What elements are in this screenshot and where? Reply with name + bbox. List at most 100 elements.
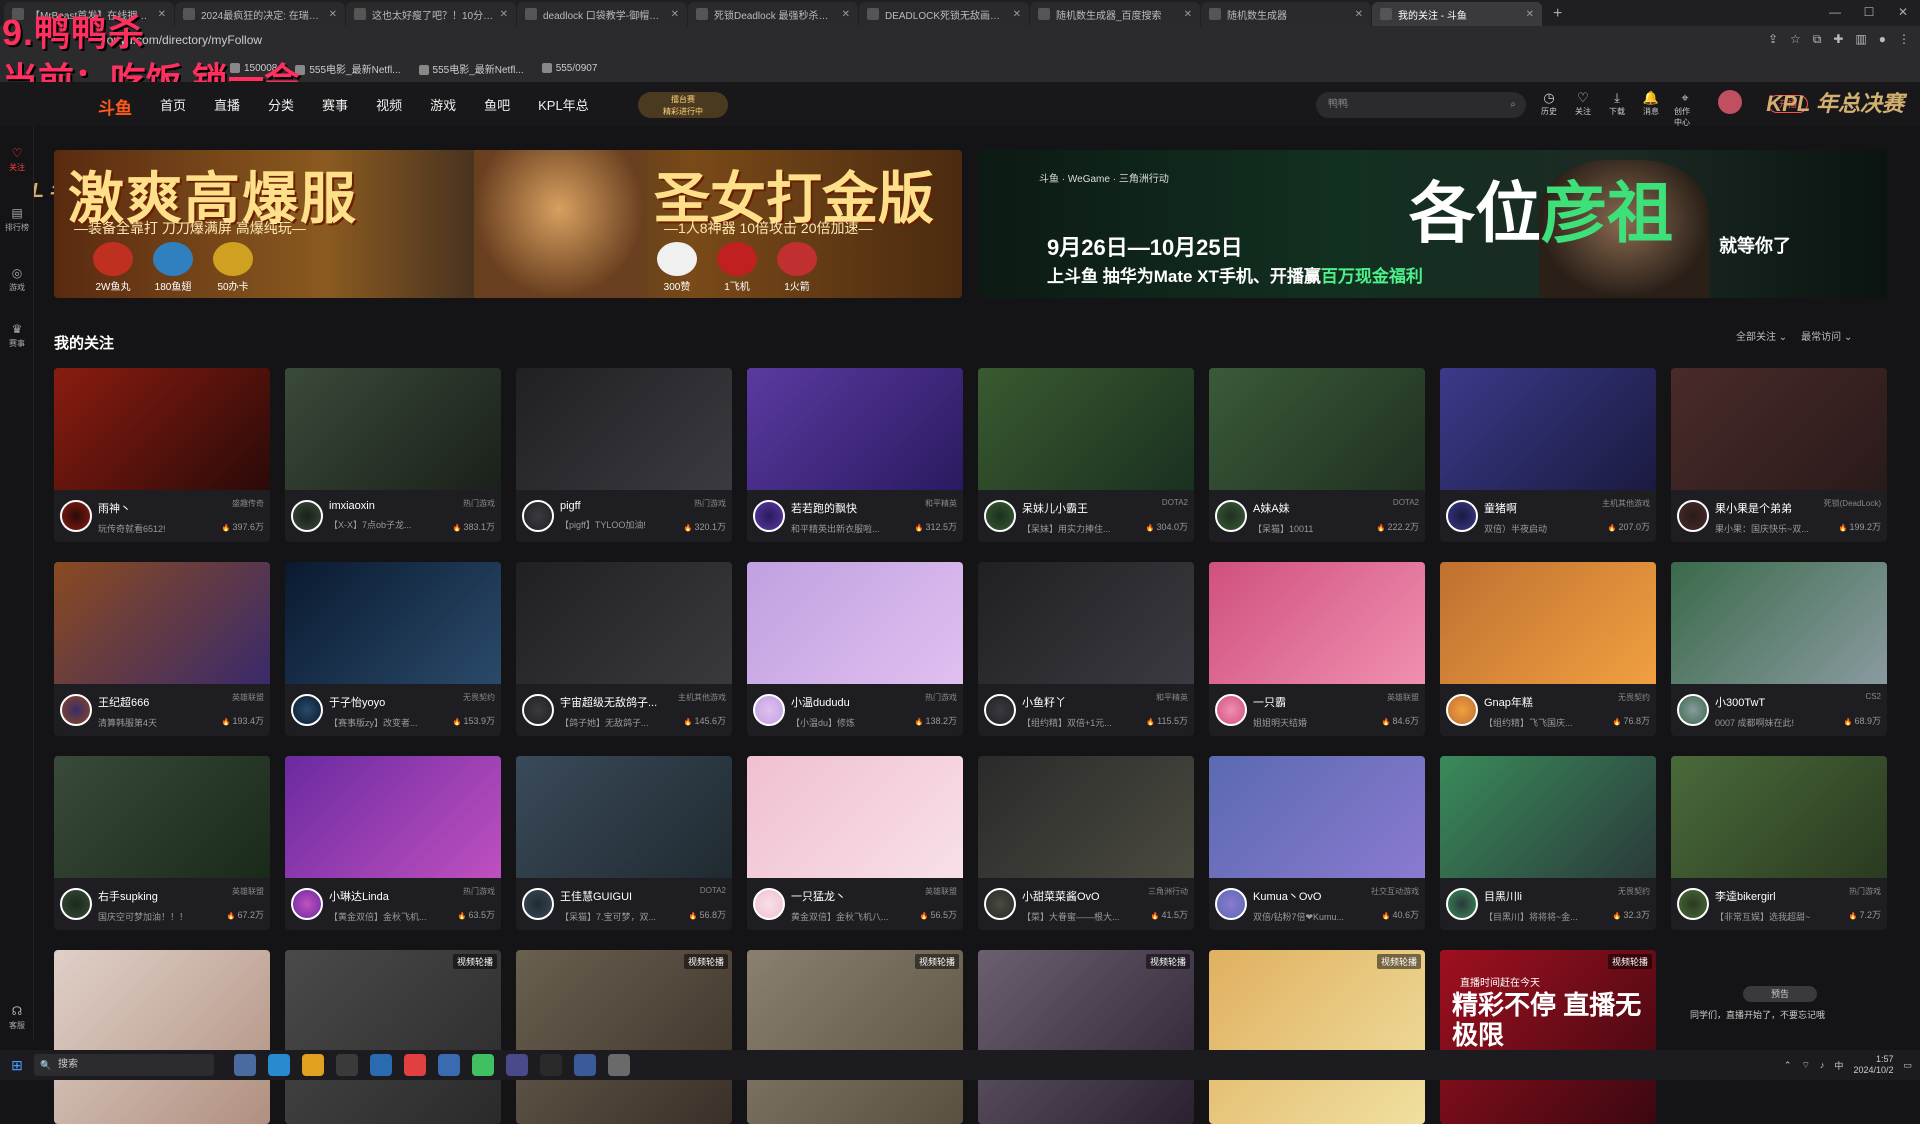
game-category[interactable]: 无畏契约 (1618, 886, 1650, 897)
minimize-icon[interactable]: — (1818, 0, 1852, 24)
stream-thumbnail[interactable]: 视频轮播 直播时间赶在今天 精彩不停 直播无极限 (1440, 950, 1656, 1124)
taskbar-app-icon[interactable] (472, 1054, 494, 1076)
stream-thumbnail[interactable] (285, 562, 501, 684)
stream-card[interactable]: 小琳达Linda 热门游戏【黄金双倍】金秋飞机... 63.5万 (285, 756, 501, 930)
taskbar-app-icon[interactable] (234, 1054, 256, 1076)
streamer-avatar[interactable] (60, 888, 92, 920)
sidebar-item-trophy[interactable]: ♛ 赛事 (0, 322, 34, 349)
game-category[interactable]: 热门游戏 (694, 498, 726, 509)
streamer-name[interactable]: 小温dududu (791, 694, 911, 710)
tab-close-icon[interactable]: ✕ (1013, 9, 1021, 20)
streamer-avatar[interactable] (1215, 888, 1247, 920)
streamer-avatar[interactable] (1677, 500, 1709, 532)
streamer-avatar[interactable] (522, 500, 554, 532)
network-icon[interactable]: ⌔ (1801, 1060, 1809, 1071)
stream-thumbnail[interactable] (1440, 756, 1656, 878)
streamer-name[interactable]: 小300TwT (1715, 694, 1835, 710)
header-history-item[interactable]: ◷ 历史 (1538, 90, 1560, 128)
stream-card[interactable]: 目黑川li 无畏契约【目黑川】将将将~金... 32.3万 (1440, 756, 1656, 930)
stream-thumbnail[interactable] (747, 562, 963, 684)
streamer-name[interactable]: 目黑川li (1484, 888, 1604, 904)
stream-card[interactable]: Kumua丶OvO社交互动游戏双倍/钻粉7倍❤Kumu... 40.6万 (1209, 756, 1425, 930)
menu-icon[interactable]: ⋮ (1898, 32, 1910, 47)
nav-link[interactable]: 首页 (160, 95, 186, 114)
tab-close-icon[interactable]: ✕ (671, 9, 679, 20)
tab-close-icon[interactable]: ✕ (842, 9, 850, 20)
streamer-avatar[interactable] (1446, 888, 1478, 920)
game-category[interactable]: 英雄联盟 (232, 886, 264, 897)
nav-link[interactable]: 游戏 (430, 95, 456, 114)
taskbar-app-icon[interactable] (370, 1054, 392, 1076)
bookmark-item[interactable]: 555电影_最新Netfl... (418, 61, 524, 76)
game-category[interactable]: 无畏契约 (463, 692, 495, 703)
stream-card[interactable]: pigff 热门游戏【pigff】TYLOO加油! 320.1万 (516, 368, 732, 542)
bookmark-item[interactable]: 555/0907 (541, 63, 597, 74)
browser-tab[interactable]: 2024最疯狂的决定: 在瑞典会 ✕ (175, 2, 345, 26)
preview-button[interactable]: 预告 (1743, 986, 1817, 1002)
windows-start-icon[interactable]: ⊞ (0, 1057, 34, 1074)
game-category[interactable]: 无畏契约 (1618, 692, 1650, 703)
stream-thumbnail[interactable] (516, 368, 732, 490)
nav-link[interactable]: KPL年总 (538, 95, 589, 114)
header-heart-item[interactable]: ♡ 关注 (1572, 90, 1594, 128)
stream-thumbnail[interactable]: 视频轮播 (516, 950, 732, 1124)
stream-card[interactable]: 一只霸 英雄联盟姐姐明天结婚 84.6万 (1209, 562, 1425, 736)
streamer-avatar[interactable] (984, 500, 1016, 532)
stream-thumbnail[interactable] (285, 368, 501, 490)
stream-thumbnail[interactable] (1209, 756, 1425, 878)
star-icon[interactable]: ☆ (1790, 32, 1801, 47)
stream-card[interactable]: 视频轮播 (516, 950, 732, 1124)
game-category[interactable]: 盛趣传奇 (232, 498, 264, 509)
stream-thumbnail[interactable] (285, 756, 501, 878)
stream-thumbnail[interactable]: 视频轮播 (285, 950, 501, 1124)
streamer-avatar[interactable] (753, 888, 785, 920)
stream-card[interactable]: 童猪啊主机其他游戏双倍）半夜启动 207.0万 (1440, 368, 1656, 542)
nav-link[interactable]: 直播 (214, 95, 240, 114)
volume-icon[interactable]: ♪ (1820, 1060, 1825, 1070)
streamer-avatar[interactable] (1215, 694, 1247, 726)
sidebar-item-game[interactable]: ◎ 游戏 (0, 266, 34, 293)
share-icon[interactable]: ⇪ (1768, 32, 1778, 47)
taskbar-app-icon[interactable] (506, 1054, 528, 1076)
taskbar-app-icon[interactable] (608, 1054, 630, 1076)
taskbar-app-icon[interactable] (336, 1054, 358, 1076)
stream-thumbnail[interactable] (978, 756, 1194, 878)
stream-card[interactable]: imxiaoxin 热门游戏【X-X】7点ob子龙... 383.1万 (285, 368, 501, 542)
profile-icon[interactable]: ● (1879, 32, 1886, 47)
streamer-name[interactable]: 呆妹儿小霸王 (1022, 500, 1142, 516)
stream-thumbnail[interactable] (978, 562, 1194, 684)
streamer-name[interactable]: Gnap年糕 (1484, 694, 1604, 710)
stream-card[interactable]: 果小果是个弟弟死锁(DeadLock) 果小果：国庆快乐~双... 199.2万 (1671, 368, 1887, 542)
game-category[interactable]: DOTA2 (1393, 498, 1419, 507)
stream-card[interactable]: 视频轮播 (978, 950, 1194, 1124)
stream-card[interactable]: 小温dududu 热门游戏【小温du】修炼 138.2万 (747, 562, 963, 736)
taskbar-app-icon[interactable] (404, 1054, 426, 1076)
stream-thumbnail[interactable] (1671, 368, 1887, 490)
stream-thumbnail[interactable]: 视频轮播 (978, 950, 1194, 1124)
streamer-avatar[interactable] (522, 888, 554, 920)
close-window-icon[interactable]: ✕ (1886, 0, 1920, 24)
streamer-name[interactable]: 童猪啊 (1484, 500, 1604, 516)
browser-tab[interactable]: 随机数生成器 ✕ (1201, 2, 1371, 26)
stream-thumbnail[interactable] (54, 368, 270, 490)
stream-card[interactable]: 宇宙超级无敌鸽子...主机其他游戏【鸽子她】无敌鸽子... 145.6万 (516, 562, 732, 736)
streamer-name[interactable]: pigff (560, 500, 680, 512)
game-category[interactable]: 英雄联盟 (232, 692, 264, 703)
tab-close-icon[interactable]: ✕ (1184, 9, 1192, 20)
game-category[interactable]: DOTA2 (700, 886, 726, 895)
bookmark-item[interactable]: 555电影_最新Netfl... (295, 61, 401, 76)
stream-card[interactable]: 雨神丶 盛趣传奇玩传奇就看6512! 397.6万 (54, 368, 270, 542)
game-category[interactable]: 热门游戏 (463, 886, 495, 897)
stream-card[interactable]: 小甜菜菜酱OvO 三角洲行动【菜】大眷蜜——根大... 41.5万 (978, 756, 1194, 930)
tab-close-icon[interactable]: ✕ (329, 9, 337, 20)
clock[interactable]: 1:57 2024/10/2 (1853, 1054, 1893, 1076)
streamer-name[interactable]: 右手supking (98, 888, 218, 904)
game-category[interactable]: CS2 (1865, 692, 1881, 701)
browser-tab[interactable]: 这也太好瘦了吧？！10分钟K ✕ (346, 2, 516, 26)
browser-tab[interactable]: 随机数生成器_百度搜索 ✕ (1030, 2, 1200, 26)
stream-card[interactable]: 李逵bikergirl 热门游戏【非常互娱】选我超甜~ 7.2万 (1671, 756, 1887, 930)
stream-thumbnail[interactable]: 视频轮播 (747, 950, 963, 1124)
extension-icon[interactable]: ⧉ (1813, 32, 1822, 47)
stream-thumbnail[interactable] (747, 368, 963, 490)
browser-tab[interactable]: 死锁Deadlock 最强秒杀！— ✕ (688, 2, 858, 26)
